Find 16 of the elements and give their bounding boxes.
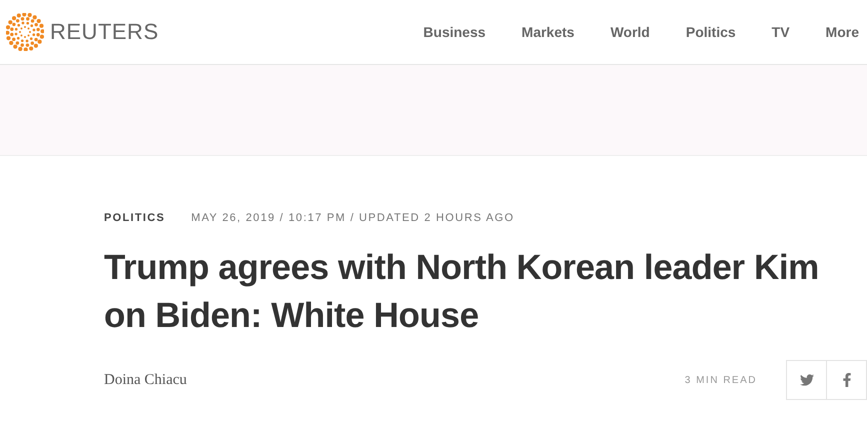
bird-icon [800,373,814,387]
facebook-share-button[interactable] [826,360,867,400]
logo-icon [6,13,44,51]
nav-link[interactable]: Politics [686,24,736,40]
section-label[interactable]: POLITICS [104,212,166,224]
twitter-share-button[interactable] [786,360,827,400]
dateline: MAY 26, 2019 / 10:17 PM / UPDATED 2 HOURS AGO [191,212,514,224]
nav-link[interactable]: TV [772,24,790,40]
nav-link[interactable]: Markets [522,24,574,40]
headline: Trump agrees with North Korean leader Kim on Biden: White House [104,247,820,337]
read-time: 3 MIN READ [684,374,757,386]
byline[interactable]: Doina Chiacu [104,372,685,388]
brand-name[interactable]: REUTERS [50,19,159,45]
nav-link[interactable]: More [826,24,859,40]
nav-link[interactable]: Business [423,24,486,40]
nav-link[interactable]: World [610,24,650,40]
